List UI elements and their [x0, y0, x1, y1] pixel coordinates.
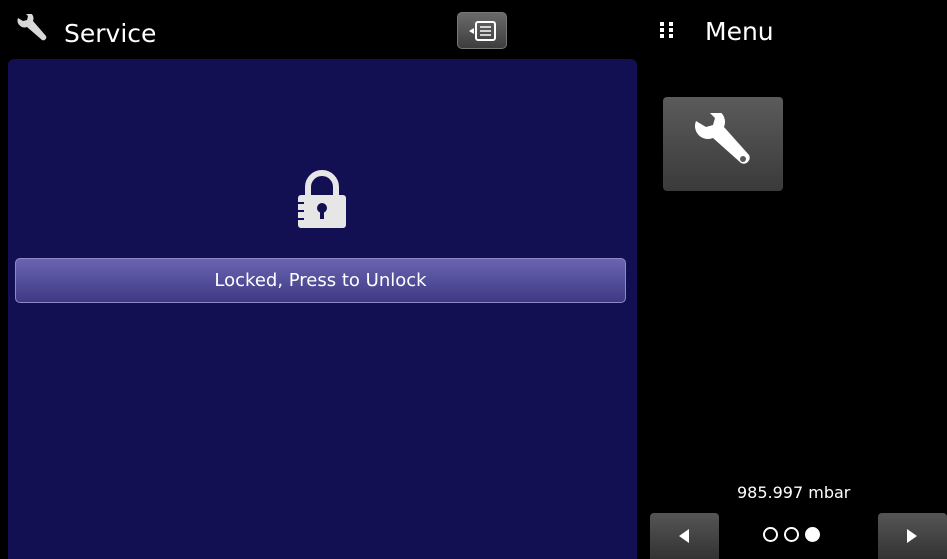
page-indicator: [763, 527, 843, 547]
unlock-button[interactable]: Locked, Press to Unlock: [15, 258, 626, 303]
pressure-readout: 985.997 mbar: [737, 483, 851, 502]
page-title: Service: [64, 19, 157, 48]
service-header: Service: [0, 0, 636, 58]
wrench-icon: [14, 11, 48, 44]
service-menu-tile[interactable]: [663, 97, 783, 191]
grid-dots-icon[interactable]: [660, 22, 674, 38]
service-panel: Locked, Press to Unlock: [8, 59, 637, 559]
prev-page-button[interactable]: [650, 513, 719, 559]
menu-title: Menu: [705, 17, 774, 46]
padlock-icon: [294, 168, 350, 230]
next-page-button[interactable]: [878, 513, 947, 559]
page-dot-active: [805, 527, 820, 542]
page-dot: [763, 527, 778, 542]
display-toggle-button[interactable]: [457, 12, 507, 49]
page-dot: [784, 527, 799, 542]
